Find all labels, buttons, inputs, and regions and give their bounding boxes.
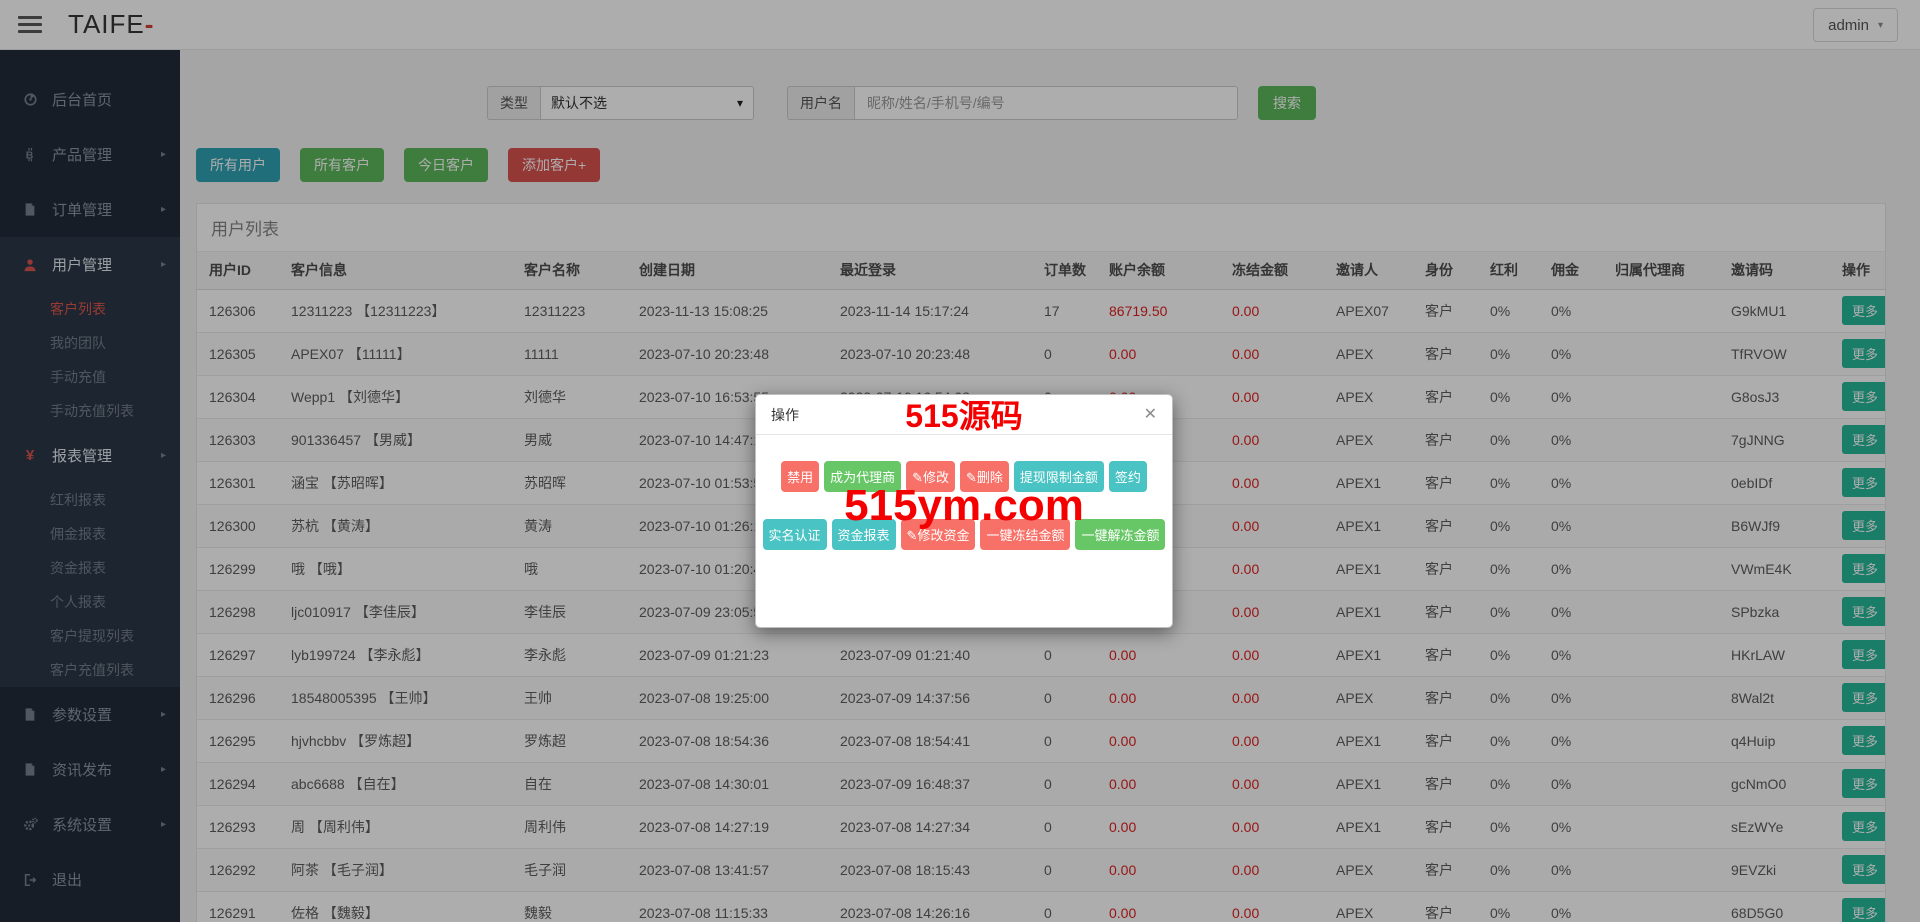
modal-title: 操作 (771, 405, 799, 425)
fund-report-button[interactable]: 资金报表 (832, 519, 896, 550)
realname-auth-button[interactable]: 实名认证 (763, 519, 827, 550)
modal-header: 操作 ✕ (756, 395, 1172, 435)
freeze-amount-button[interactable]: 一键冻结金额 (980, 519, 1070, 550)
edit-button[interactable]: ✎修改 (906, 461, 955, 492)
sign-button[interactable]: 签约 (1109, 461, 1147, 492)
unfreeze-amount-button[interactable]: 一键解冻金额 (1075, 519, 1165, 550)
become-agent-button[interactable]: 成为代理商 (824, 461, 901, 492)
withdraw-limit-button[interactable]: 提现限制金额 (1014, 461, 1104, 492)
close-icon[interactable]: ✕ (1144, 407, 1157, 423)
edit-funds-button[interactable]: ✎修改资金 (901, 519, 976, 550)
delete-button[interactable]: ✎删除 (960, 461, 1009, 492)
modal-actions-row-2: 实名认证资金报表✎修改资金一键冻结金额一键解冻金额 (766, 519, 1162, 550)
modal-actions-row-1: 禁用成为代理商✎修改✎删除提现限制金额签约 (766, 461, 1162, 492)
operation-modal: 操作 ✕ 禁用成为代理商✎修改✎删除提现限制金额签约 实名认证资金报表✎修改资金… (755, 394, 1173, 628)
disable-button[interactable]: 禁用 (781, 461, 819, 492)
modal-body: 禁用成为代理商✎修改✎删除提现限制金额签约 实名认证资金报表✎修改资金一键冻结金… (756, 435, 1172, 550)
